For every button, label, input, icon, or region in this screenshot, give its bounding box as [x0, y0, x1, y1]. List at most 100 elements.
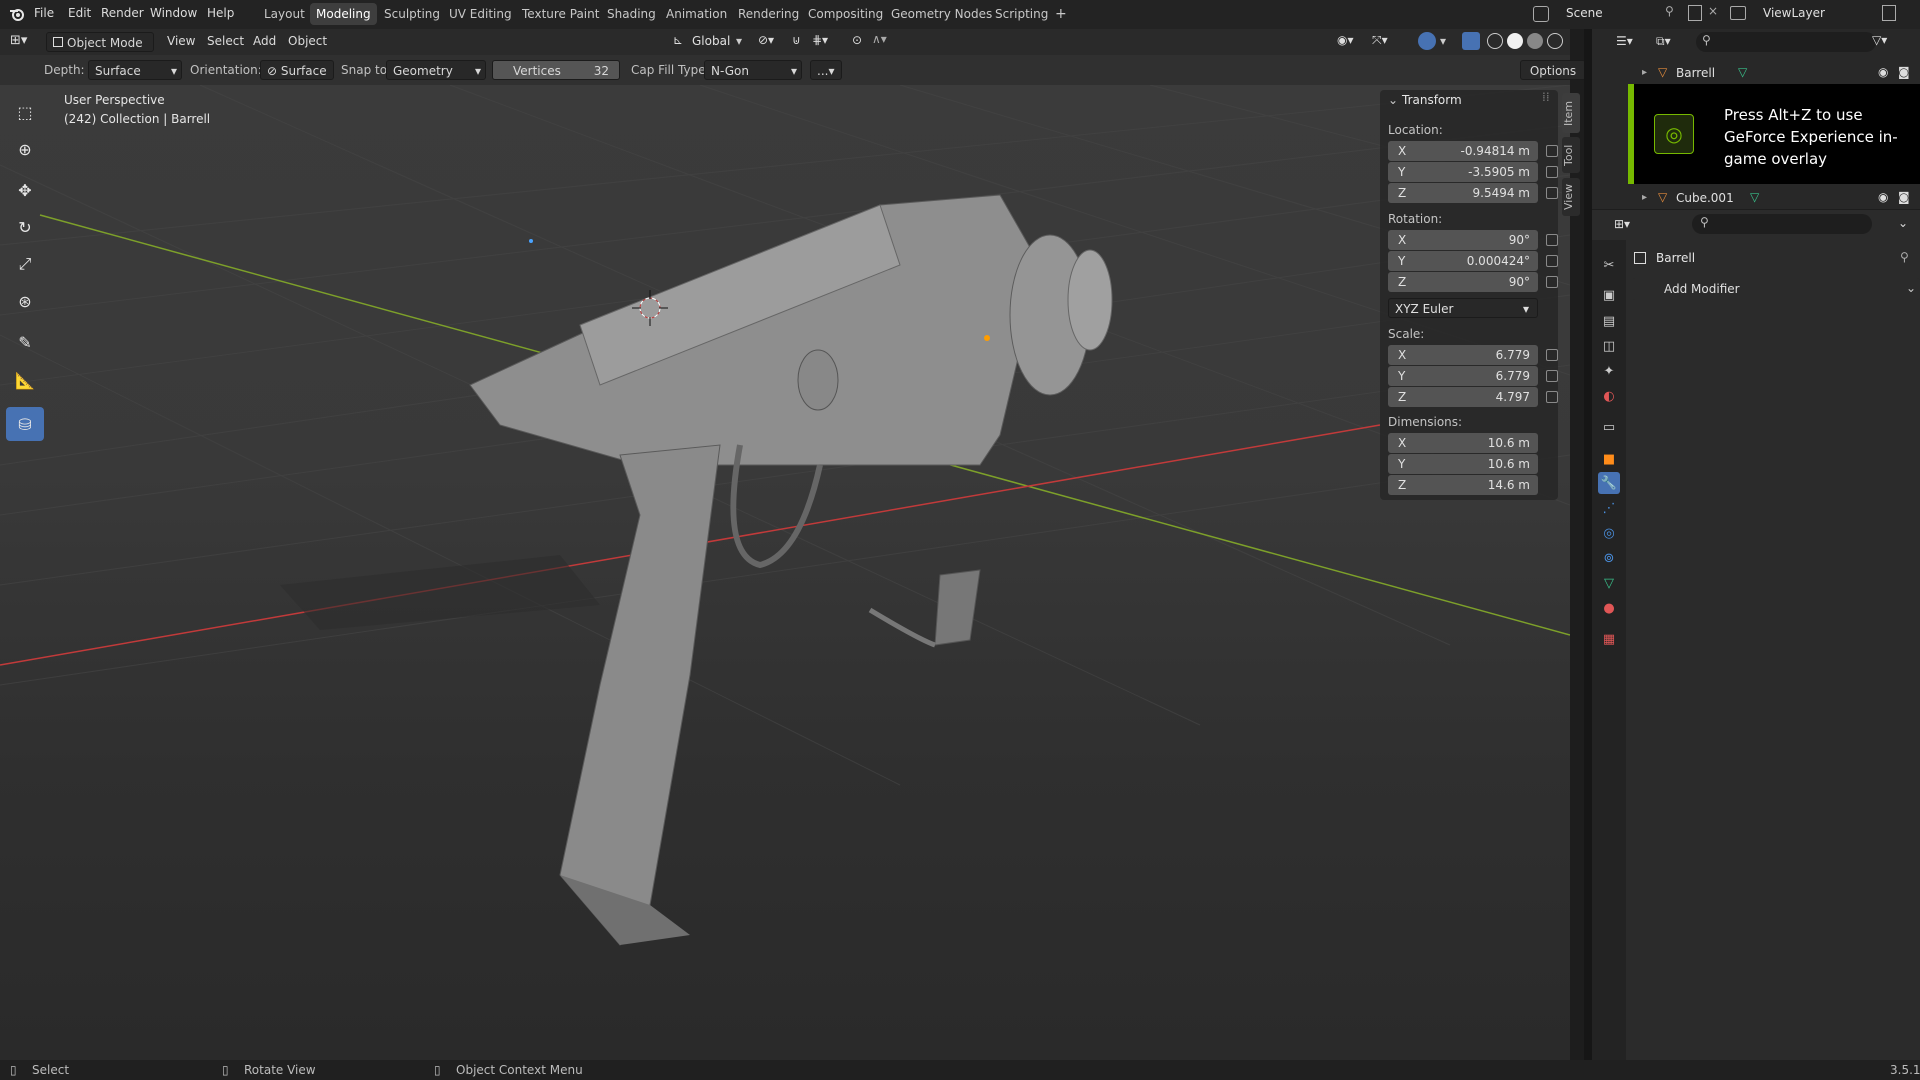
lock-icon[interactable] [1546, 234, 1558, 246]
dimensions-z-field[interactable]: Z 14.6 m [1388, 475, 1538, 495]
location-x-field[interactable]: X -0.94814 m [1388, 141, 1538, 161]
tab-sculpting[interactable]: Sculpting [378, 3, 446, 25]
tab-tool[interactable]: Tool [1562, 137, 1580, 173]
outliner-item-barrell[interactable]: Barrell [1676, 66, 1715, 80]
properties-object-name[interactable]: Barrell [1656, 251, 1695, 265]
lock-icon[interactable] [1546, 349, 1558, 361]
tab-modeling[interactable]: Modeling [310, 3, 377, 25]
pin-icon[interactable]: ⚲ [1665, 4, 1674, 18]
rendered-shading-icon[interactable] [1547, 33, 1563, 49]
constraints-properties-icon[interactable]: ⊚ [1598, 547, 1620, 569]
rotation-x-field[interactable]: X 90° [1388, 230, 1538, 250]
dimensions-x-field[interactable]: X 10.6 m [1388, 433, 1538, 453]
location-z-field[interactable]: Z 9.5494 m [1388, 183, 1538, 203]
mesh-data-icon[interactable]: ▽ [1750, 190, 1759, 204]
add-modifier-button[interactable]: Add Modifier ⌄ [1632, 278, 1920, 300]
properties-search-input[interactable] [1692, 214, 1872, 234]
area-divider[interactable] [1584, 29, 1592, 1060]
data-properties-icon[interactable]: ▽ [1598, 572, 1620, 594]
tab-compositing[interactable]: Compositing [802, 3, 889, 25]
view-layer-icon[interactable] [1730, 6, 1746, 20]
snap-target-icon[interactable]: ⋕▾ [812, 33, 828, 47]
proportional-edit-icon[interactable]: ⊙ [852, 33, 862, 47]
camera-icon[interactable]: ◙ [1898, 190, 1910, 204]
transform-panel-title[interactable]: Transform [1402, 93, 1462, 107]
more-options-button[interactable]: ...▾ [810, 60, 842, 80]
mode-select[interactable]: Object Mode ▾ [46, 32, 154, 70]
overlay-icon[interactable] [1418, 32, 1436, 50]
visibility-icon[interactable]: ◉▾ [1337, 33, 1354, 47]
move-tool-icon[interactable]: ✥ [6, 173, 44, 207]
cap-fill-select[interactable]: N-Gon ▾ [704, 60, 802, 80]
pin-icon[interactable]: ⚲ [1900, 250, 1909, 264]
menu-view[interactable]: View [167, 34, 195, 48]
menu-window[interactable]: Window [150, 6, 197, 20]
lock-icon[interactable] [1546, 145, 1558, 157]
lock-icon[interactable] [1546, 187, 1558, 199]
chevron-down-icon[interactable]: ⌄ [1898, 216, 1908, 230]
scene-name[interactable]: Scene [1566, 6, 1603, 20]
3d-viewport[interactable]: User Perspective (242) Collection | Barr… [0, 85, 1570, 1060]
tab-layout[interactable]: Layout [258, 3, 311, 25]
chevron-down-icon[interactable]: ▾ [1440, 34, 1446, 48]
add-workspace-button[interactable]: + [1049, 3, 1073, 25]
blender-logo-icon[interactable] [8, 5, 26, 23]
orientation-select[interactable]: ⊘ Surface ▾ [260, 60, 334, 98]
tab-scripting[interactable]: Scripting [989, 3, 1054, 25]
render-properties-icon[interactable]: ▣ [1598, 284, 1620, 306]
tab-texture-paint[interactable]: Texture Paint [516, 3, 605, 25]
properties-type-icon[interactable]: ⊞▾ [1614, 217, 1630, 231]
tab-rendering[interactable]: Rendering [732, 3, 805, 25]
world-properties-icon[interactable]: ◐ [1598, 385, 1620, 407]
depth-select[interactable]: Surface ▾ [88, 60, 182, 80]
lock-icon[interactable] [1546, 391, 1558, 403]
cursor-tool-icon[interactable]: ⊕ [6, 132, 44, 166]
scale-z-field[interactable]: Z 4.797 [1388, 387, 1538, 407]
rotation-mode-select[interactable]: XYZ Euler ▾ [1388, 298, 1538, 318]
tab-view[interactable]: View [1562, 178, 1580, 216]
camera-icon[interactable]: ◙ [1898, 65, 1910, 79]
wireframe-shading-icon[interactable] [1487, 33, 1503, 49]
tab-item[interactable]: Item [1562, 93, 1580, 133]
add-cylinder-tool-icon[interactable]: ⛁ [6, 407, 44, 441]
collapse-chevron-icon[interactable]: ⌄ [1388, 93, 1398, 107]
location-y-field[interactable]: Y -3.5905 m [1388, 162, 1538, 182]
dimensions-y-field[interactable]: Y 10.6 m [1388, 454, 1538, 474]
menu-help[interactable]: Help [207, 6, 234, 20]
modifier-properties-icon[interactable]: 🔧 [1598, 472, 1620, 494]
particles-properties-icon[interactable]: ⋰ [1598, 497, 1620, 519]
outliner-item-cube-001[interactable]: Cube.001 [1676, 191, 1734, 205]
material-shading-icon[interactable] [1527, 33, 1543, 49]
scale-x-field[interactable]: X 6.779 [1388, 345, 1538, 365]
menu-render[interactable]: Render [101, 6, 144, 20]
output-properties-icon[interactable]: ▤ [1598, 310, 1620, 332]
scale-tool-icon[interactable]: ⤢ [6, 247, 44, 281]
falloff-icon[interactable]: ∧▾ [872, 32, 887, 46]
menu-file[interactable]: File [34, 6, 54, 20]
expand-arrow-icon[interactable]: ▸ [1642, 67, 1647, 78]
menu-select[interactable]: Select [207, 34, 244, 48]
tab-shading[interactable]: Shading [601, 3, 662, 25]
collection-properties-icon[interactable]: ▭ [1598, 416, 1620, 438]
scene-properties-icon[interactable]: ✦ [1598, 360, 1620, 382]
view-layer-properties-icon[interactable]: ◫ [1598, 335, 1620, 357]
xray-icon[interactable] [1462, 32, 1480, 50]
tab-geometry-nodes[interactable]: Geometry Nodes [885, 3, 998, 25]
eye-icon[interactable]: ◉ [1878, 190, 1888, 204]
tab-animation[interactable]: Animation [660, 3, 733, 25]
snap-select[interactable]: Geometry ▾ [386, 60, 486, 80]
rotation-y-field[interactable]: Y 0.000424° [1388, 251, 1538, 271]
expand-arrow-icon[interactable]: ▸ [1642, 192, 1647, 203]
editor-type-icon[interactable]: ⊞▾ [10, 33, 27, 48]
display-mode-icon[interactable]: ⧉▾ [1656, 34, 1671, 49]
gizmo-icon[interactable]: ⤧▾ [1372, 33, 1388, 48]
outliner-search-input[interactable] [1696, 32, 1876, 52]
measure-tool-icon[interactable]: 📐 [6, 363, 44, 397]
close-scene-icon[interactable]: × [1708, 4, 1718, 18]
vertices-field[interactable]: Vertices 32 [492, 60, 620, 80]
lock-icon[interactable] [1546, 370, 1558, 382]
drag-handle-icon[interactable]: ⁞⁞ [1542, 90, 1550, 104]
texture-properties-icon[interactable]: ▦ [1598, 628, 1620, 650]
transform-tool-icon[interactable]: ⊛ [6, 284, 44, 318]
new-scene-icon[interactable] [1688, 5, 1702, 21]
